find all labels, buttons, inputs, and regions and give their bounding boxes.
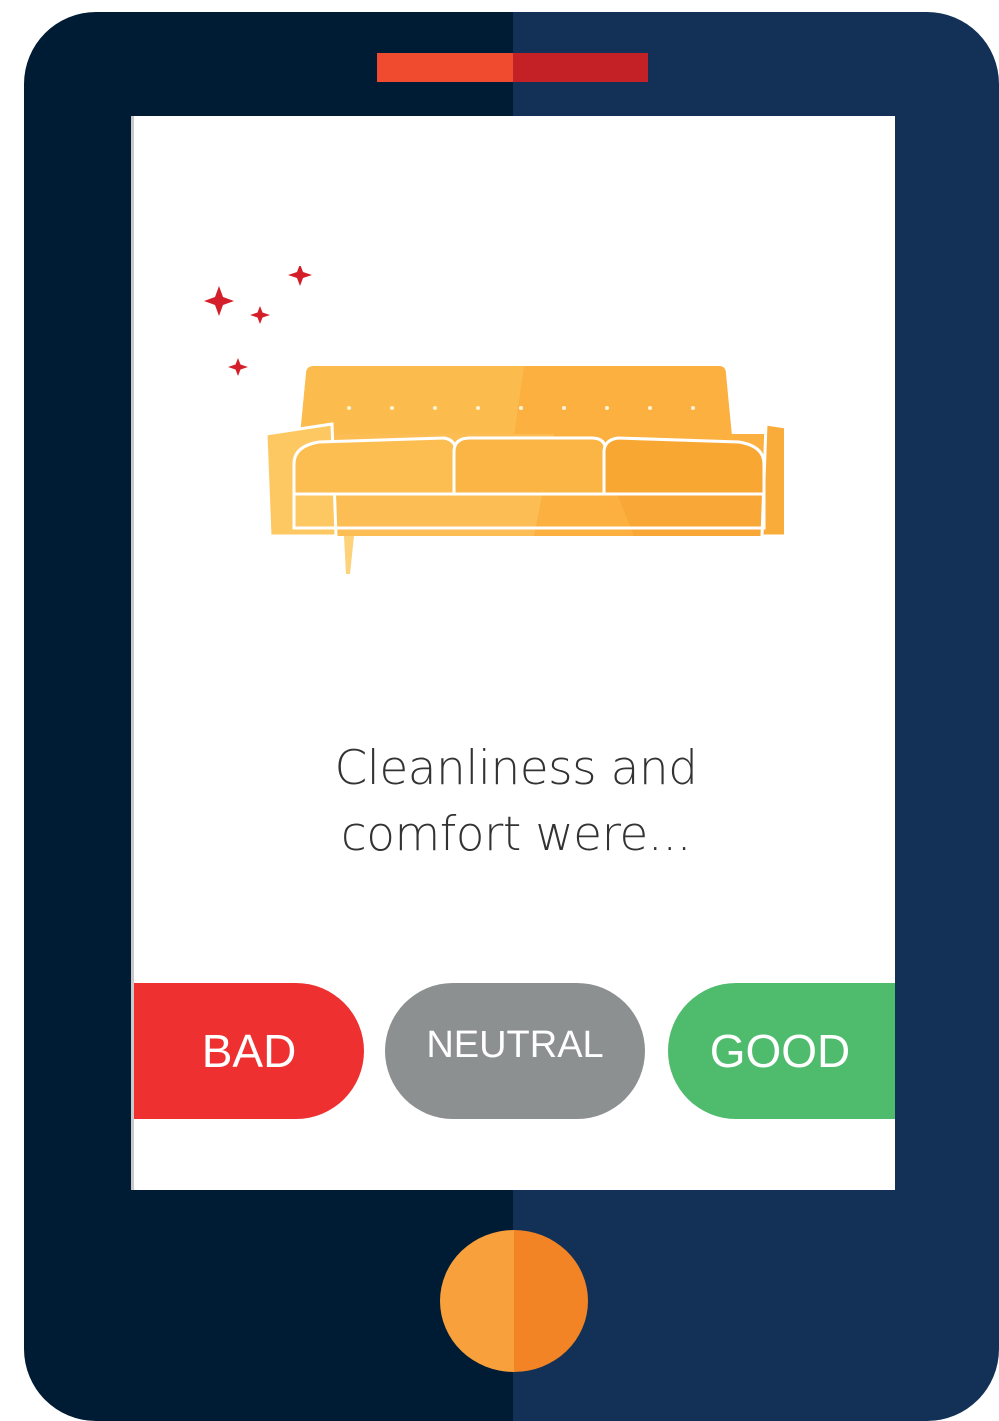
question-line-1: Cleanliness and (334, 741, 698, 796)
device-speaker (377, 53, 648, 82)
sofa-illustration (204, 266, 784, 574)
neutral-button[interactable]: NEUTRAL (385, 983, 645, 1119)
sparkle-icon (204, 266, 312, 376)
question-line-2: comfort were... (340, 807, 692, 862)
good-button[interactable]: GOOD (668, 983, 895, 1119)
bad-button[interactable]: BAD (134, 983, 364, 1119)
survey-question: Cleanliness and comfort were... (134, 736, 895, 868)
home-button[interactable] (440, 1230, 588, 1372)
device-screen: Cleanliness and comfort were... BAD NEUT… (131, 116, 895, 1190)
tablet-device: Cleanliness and comfort were... BAD NEUT… (24, 12, 999, 1421)
sofa-icon (264, 366, 784, 574)
